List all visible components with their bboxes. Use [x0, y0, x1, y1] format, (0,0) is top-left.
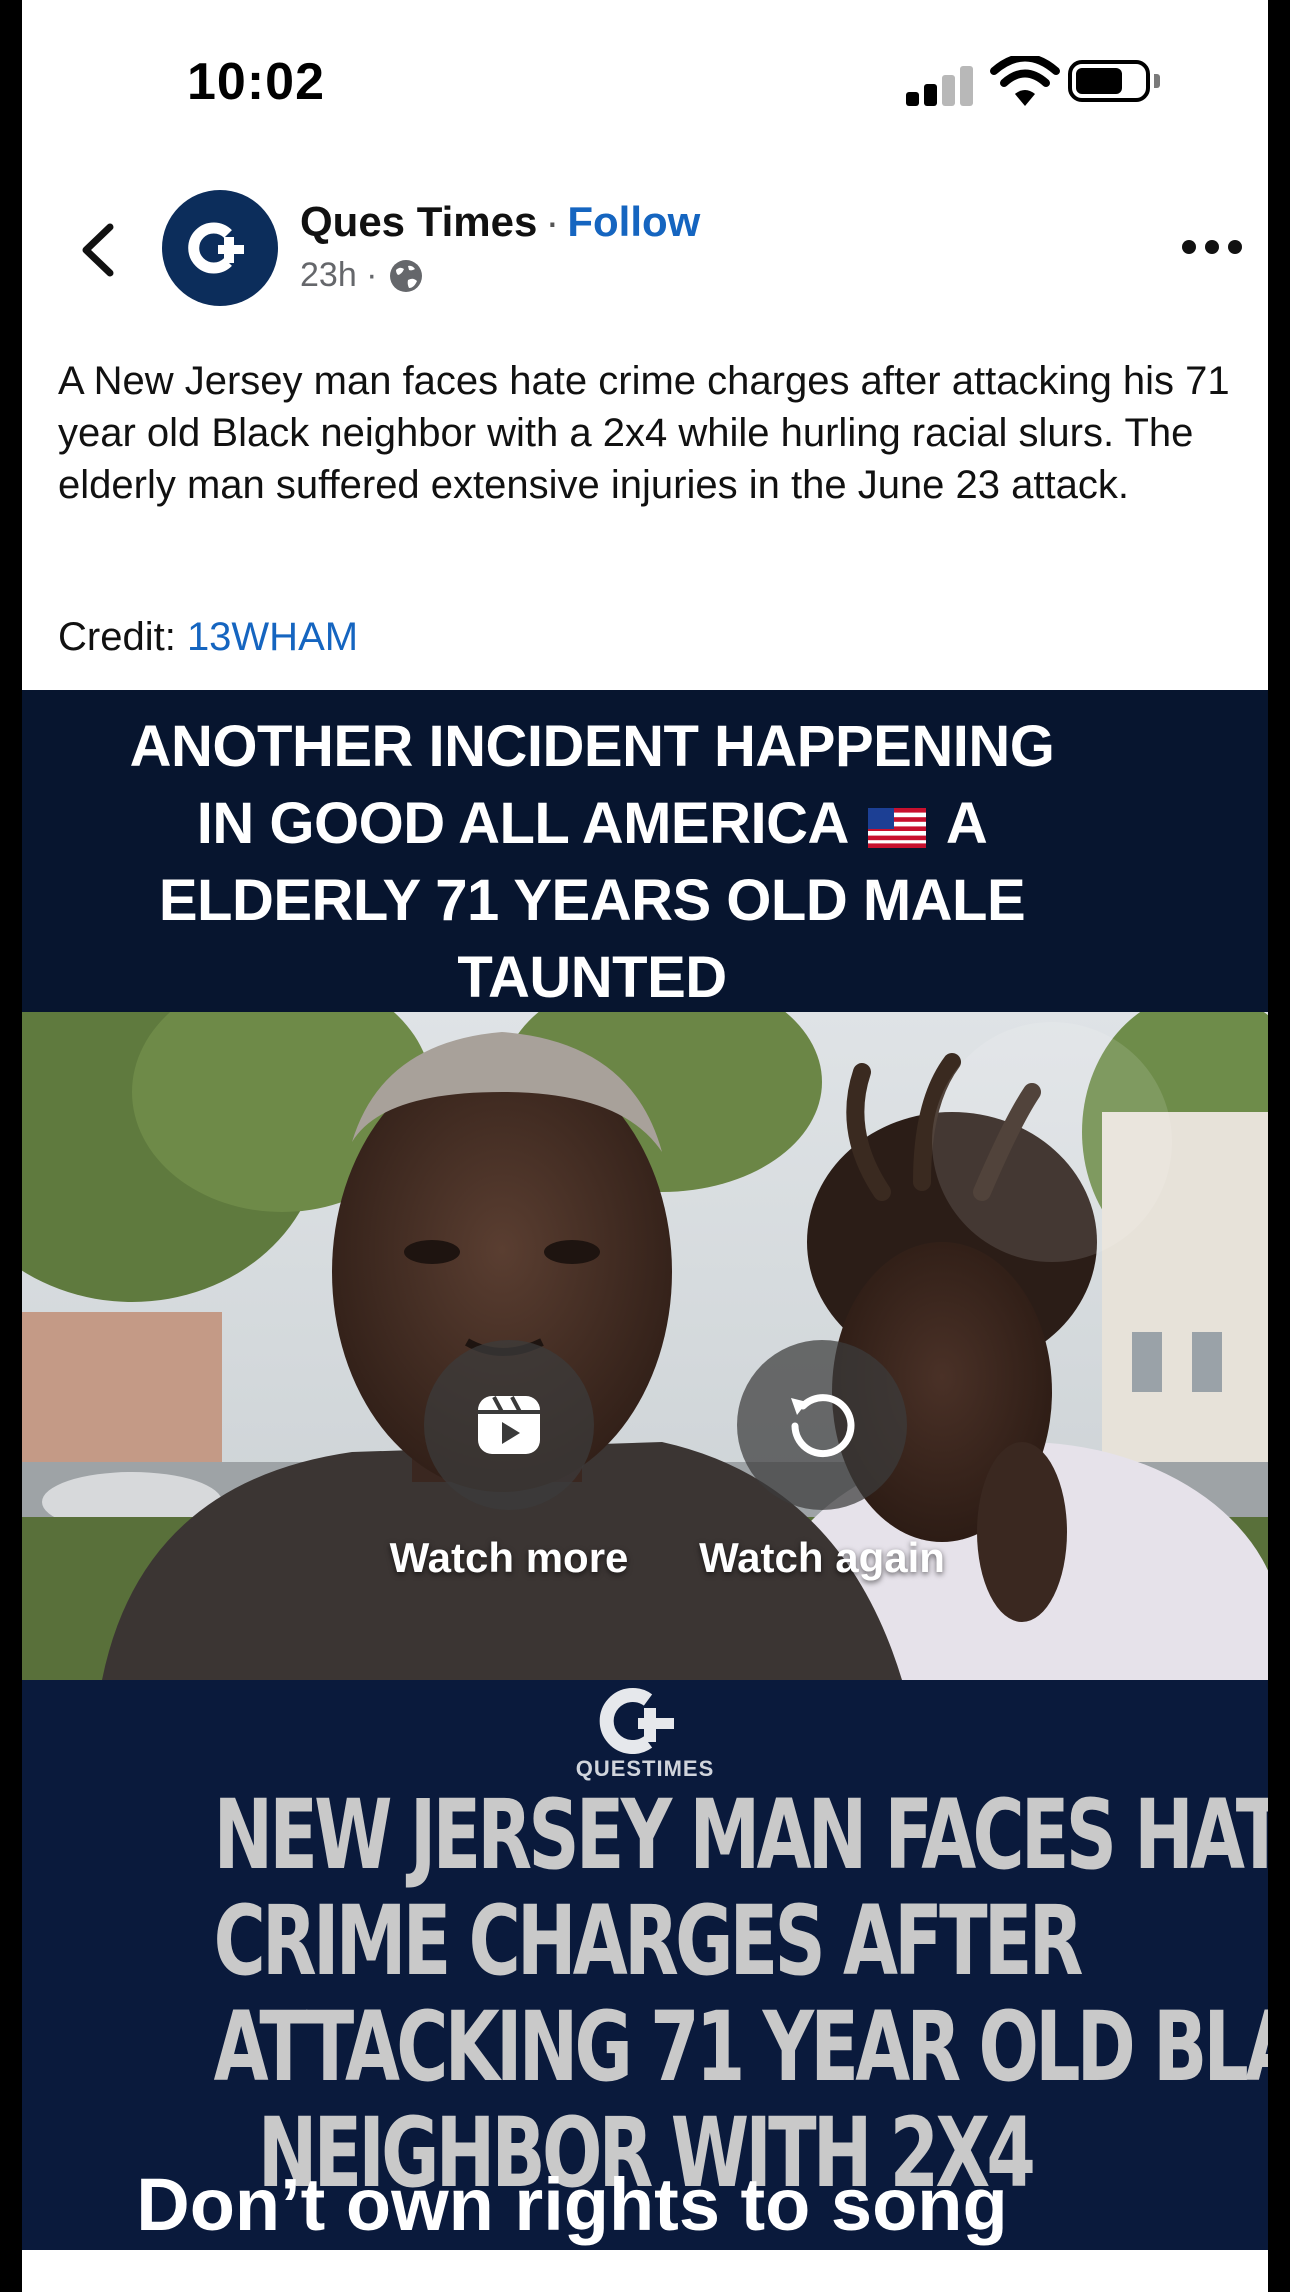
watch-again-label: Watch again [699, 1534, 945, 1581]
post-author-line: Ques Times · Follow [300, 198, 700, 246]
credit-label: Credit: [58, 615, 176, 659]
post-actions-strip [22, 2250, 1268, 2292]
signal-icon [906, 62, 978, 106]
questimes-logo-icon [599, 1688, 674, 1754]
bottom-headline-line: CRIME CHARGES AFTER [213, 1885, 1084, 1997]
status-time: 10:02 [187, 53, 325, 111]
ques-times-logo [188, 222, 244, 274]
post-caption: A New Jersey man faces hate crime charge… [58, 359, 1230, 507]
back-chevron-icon[interactable] [72, 215, 122, 285]
globe-icon [389, 259, 422, 292]
credit-line: Credit: 13WHAM [58, 615, 358, 660]
post-age: 23h · [300, 256, 378, 294]
video-overlay-text: Don’t own rights to song [136, 2163, 1008, 2246]
phone-screen: 10:02 Ques Times · Follow 23h · A New Je… [22, 0, 1268, 2292]
watch-more-button[interactable]: Watch more [344, 1340, 674, 1582]
wifi-icon [990, 56, 1060, 106]
video-top-headline: ANOTHER INCIDENT HAPPENING IN GOOD ALL A… [112, 708, 1072, 1016]
replay-icon [791, 1394, 855, 1458]
video-player[interactable]: ANOTHER INCIDENT HAPPENING IN GOOD ALL A… [22, 690, 1268, 2250]
follow-button[interactable]: Follow [567, 198, 700, 245]
watch-again-button[interactable]: Watch again [657, 1340, 987, 1582]
us-flag-icon [868, 807, 927, 848]
page-avatar[interactable] [162, 190, 278, 306]
video-top-headline-band: ANOTHER INCIDENT HAPPENING IN GOOD ALL A… [22, 690, 1268, 1012]
bottom-headline-line: ATTACKING 71 YEAR OLD BLACK [213, 1991, 1268, 2103]
video-bottom-panel: QUESTIMES NEW JERSEY MAN FACES HATE CRIM… [22, 1680, 1268, 2250]
bottom-headline-line: NEW JERSEY MAN FACES HATE [213, 1779, 1268, 1891]
more-options-icon[interactable] [1172, 232, 1252, 262]
reels-icon [478, 1396, 540, 1454]
separator-dot: · [545, 198, 560, 245]
battery-icon [1068, 60, 1164, 106]
video-bottom-headline: NEW JERSEY MAN FACES HATE CRIME CHARGES … [213, 1779, 1268, 2206]
page-name-link[interactable]: Ques Times [300, 198, 537, 245]
watch-more-label: Watch more [389, 1534, 629, 1581]
credit-link[interactable]: 13WHAM [187, 615, 358, 659]
post-meta: 23h · [300, 256, 424, 295]
